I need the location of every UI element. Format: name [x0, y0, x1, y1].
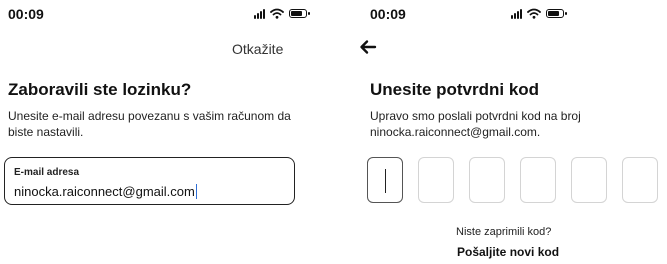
resend-code-link[interactable]: Pošaljite novi kod: [457, 245, 559, 259]
text-caret: [195, 184, 198, 199]
verification-code-screen: 00:09 Unesite potvrdni kod Upravo smo po…: [358, 0, 667, 264]
status-time: 00:09: [8, 6, 44, 22]
text-caret: [385, 169, 387, 193]
page-description: Unesite e-mail adresu povezanu s vašim r…: [8, 109, 291, 139]
battery-icon: [546, 9, 567, 18]
code-digit-4[interactable]: [520, 157, 556, 203]
status-icons: [254, 8, 310, 19]
page-title: Zaboravili ste lozinku?: [8, 80, 192, 99]
wifi-icon: [527, 8, 541, 19]
email-text: ninocka.raiconnect@gmail.com: [14, 184, 195, 199]
code-digit-6[interactable]: [622, 157, 658, 203]
resend-question: Niste zaprimili kod?: [456, 226, 552, 238]
email-field-value[interactable]: ninocka.raiconnect@gmail.com: [14, 184, 198, 199]
code-digit-1[interactable]: [367, 157, 403, 203]
forgot-password-screen: 00:09 Otkažite Zaboravili ste lozinku? U…: [0, 0, 333, 264]
status-time: 00:09: [370, 6, 406, 22]
left-arrow-icon[interactable]: [358, 37, 378, 57]
battery-icon: [289, 9, 310, 18]
signal-icon: [254, 8, 265, 19]
email-field-label: E-mail adresa: [14, 167, 80, 178]
status-icons: [511, 8, 567, 19]
code-digit-3[interactable]: [469, 157, 505, 203]
wifi-icon: [270, 8, 284, 19]
signal-icon: [511, 8, 522, 19]
code-digit-5[interactable]: [571, 157, 607, 203]
cancel-link[interactable]: Otkažite: [232, 41, 283, 57]
page-description: Upravo smo poslali potvrdni kod na broj …: [370, 109, 581, 139]
code-digit-2[interactable]: [418, 157, 454, 203]
page-title: Unesite potvrdni kod: [370, 80, 540, 99]
email-field[interactable]: E-mail adresa ninocka.raiconnect@gmail.c…: [4, 157, 295, 205]
